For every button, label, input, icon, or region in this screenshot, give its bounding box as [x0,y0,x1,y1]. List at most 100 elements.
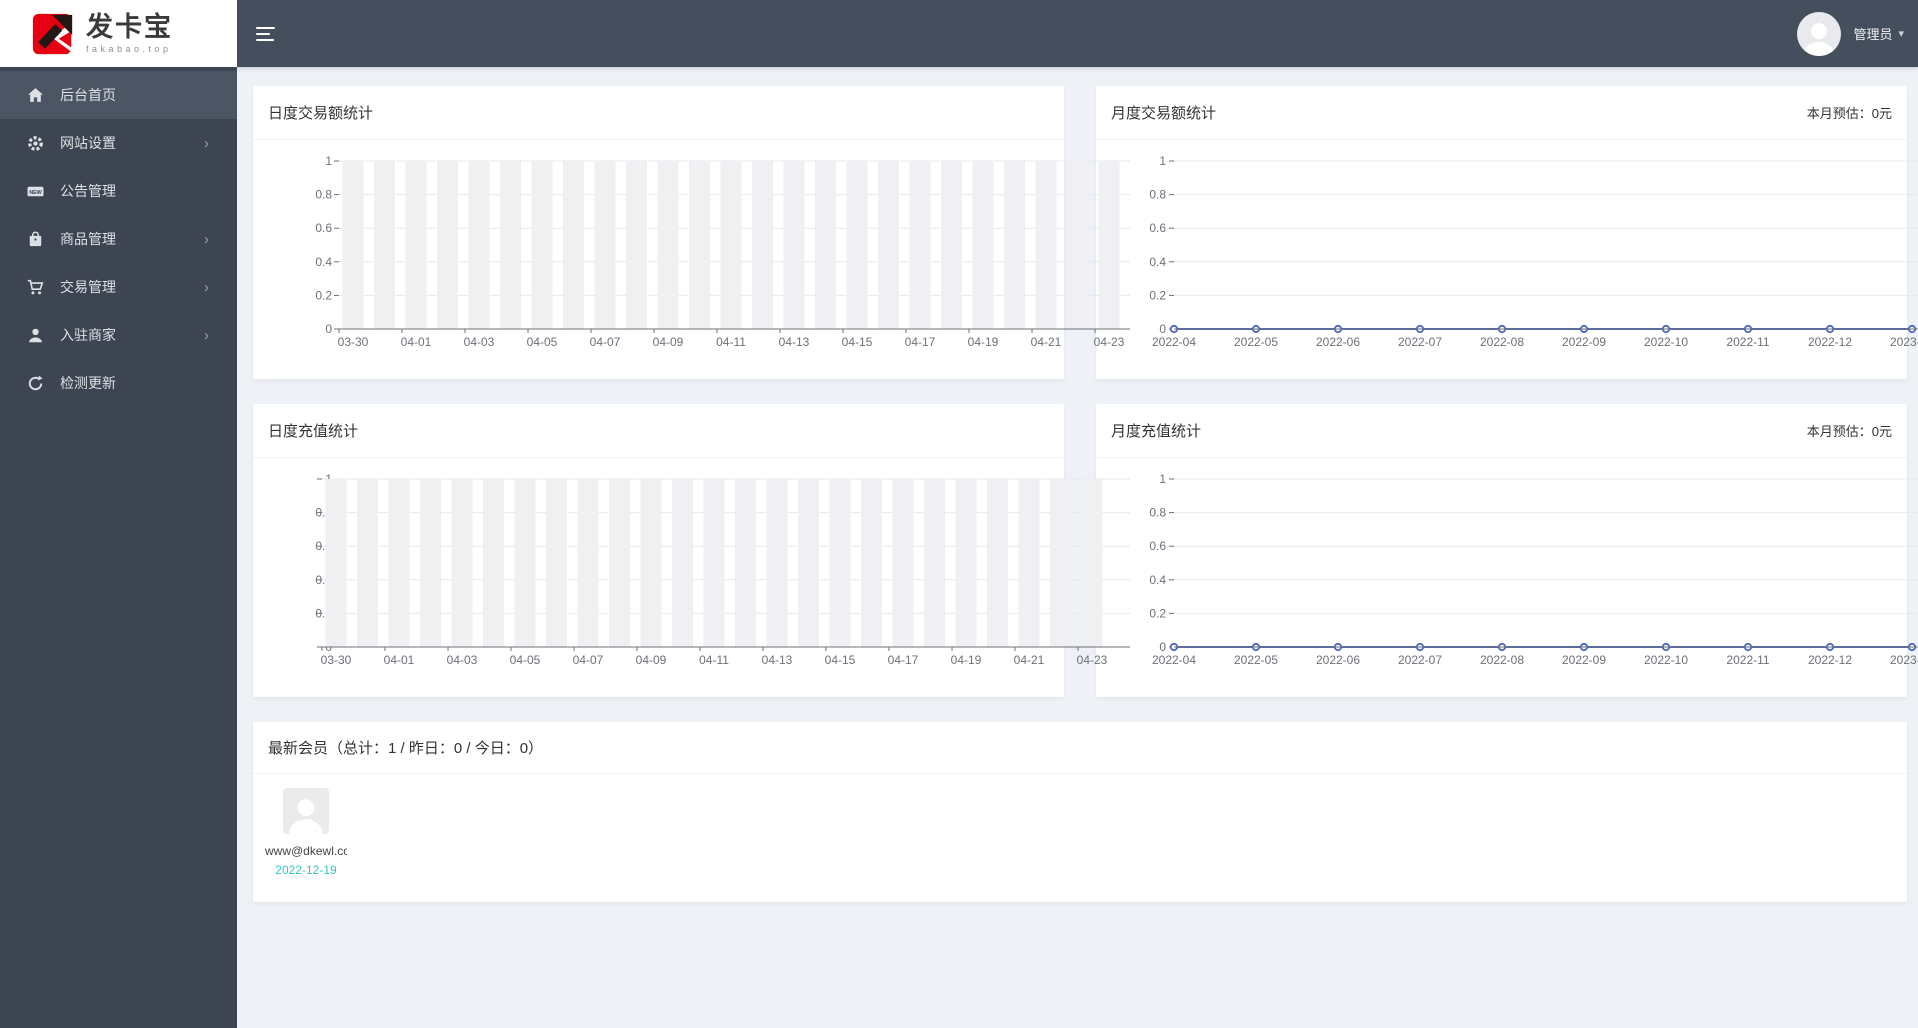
gear-icon [27,135,44,152]
person-icon [289,799,323,834]
user-menu[interactable]: 管理员 ▾ [1797,11,1904,56]
sidebar-item-label: 公告管理 [60,183,116,199]
sidebar-item-announcements[interactable]: NEW 公告管理 [0,167,237,215]
svg-text:04-23: 04-23 [1077,653,1108,667]
cart-icon [27,279,44,296]
svg-text:2022-08: 2022-08 [1480,653,1524,667]
hamburger-menu-icon[interactable] [256,23,276,45]
bag-icon [27,231,44,248]
svg-text:2022-08: 2022-08 [1480,335,1524,349]
top-header: 管理员 ▾ [237,0,1918,67]
brand-logo-icon [32,13,74,54]
chevron-down-icon: ▾ [1898,28,1904,40]
svg-text:0: 0 [325,322,332,336]
svg-text:04-19: 04-19 [951,653,982,667]
sidebar-item-label: 检测更新 [60,375,116,391]
sidebar-item-products[interactable]: 商品管理 › [0,215,237,263]
user-avatar [1797,11,1842,56]
svg-text:04-15: 04-15 [842,335,873,349]
svg-text:2022-10: 2022-10 [1644,653,1688,667]
svg-text:2022-04: 2022-04 [1152,653,1196,667]
person-icon [1803,22,1836,56]
svg-text:04-13: 04-13 [762,653,793,667]
svg-text:2022-06: 2022-06 [1316,335,1360,349]
svg-text:0: 0 [1159,322,1166,336]
svg-text:03-30: 03-30 [338,335,369,349]
svg-text:04-03: 04-03 [464,335,495,349]
svg-text:04-19: 04-19 [968,335,999,349]
member-avatar [283,788,329,834]
svg-text:0.8: 0.8 [1149,188,1166,202]
svg-text:0.6: 0.6 [315,221,332,235]
sidebar-item-transactions[interactable]: 交易管理 › [0,263,237,311]
daily-recharge-chart[interactable]: 10.80.60.40.2003-3004-0104-0304-0504-070… [300,458,1135,688]
svg-text:04-17: 04-17 [888,653,919,667]
svg-text:04-13: 04-13 [779,335,810,349]
svg-text:0.4: 0.4 [1149,255,1166,269]
svg-text:04-01: 04-01 [384,653,415,667]
svg-text:04-21: 04-21 [1014,653,1045,667]
svg-text:04-05: 04-05 [510,653,541,667]
panel-title: 最新会员（总计：1 / 昨日：0 / 今日：0） [268,740,544,757]
svg-text:04-07: 04-07 [590,335,621,349]
sidebar-nav: 后台首页 网站设置 › NEW 公告管理 商品管理 › 交易管理 › 入驻商家 › 检测更新 [0,71,237,407]
svg-text:2022-07: 2022-07 [1398,653,1442,667]
daily-transactions-chart[interactable]: 1 0.8 0.6 0.4 0.2 0 03-30 04-01 04-03 04-05 04-07 0… [300,140,1135,370]
monthly-transactions-chart[interactable]: 1 0.8 0.6 0.4 0.2 02022-04 2022-05 2022-06 2022-… [1120,140,1918,370]
sidebar: 发卡宝 fakabao.top 后台首页 网站设置 › NEW 公告管理 商品管理 › 交易管… [0,0,237,1028]
logo[interactable]: 发卡宝 fakabao.top [0,0,237,67]
svg-text:04-21: 04-21 [1031,335,1062,349]
svg-text:2022-04: 2022-04 [1152,335,1196,349]
monthly-estimate-badge: 本月预估：0元 [1806,106,1892,121]
panel-newest-members: 最新会员（总计：1 / 昨日：0 / 今日：0） www@dkewl.com 2… [253,722,1907,902]
svg-text:0.2: 0.2 [315,288,332,302]
chevron-right-icon: › [204,230,209,248]
svg-text:04-09: 04-09 [636,653,667,667]
svg-text:0.4: 0.4 [1149,573,1166,587]
svg-text:2023-01: 2023-01 [1890,335,1918,349]
svg-text:0.6: 0.6 [1149,221,1166,235]
sidebar-item-label: 网站设置 [60,135,116,151]
svg-text:2022-12: 2022-12 [1808,335,1852,349]
svg-text:2022-11: 2022-11 [1726,653,1769,667]
update-icon [27,375,44,392]
svg-text:04-11: 04-11 [699,653,729,667]
svg-text:0.8: 0.8 [315,188,332,202]
svg-text:0.2: 0.2 [1149,288,1166,302]
svg-text:1: 1 [325,154,332,168]
panel-title: 月度交易额统计 [1111,105,1217,122]
user-name: 管理员 [1853,27,1893,42]
sidebar-item-dashboard[interactable]: 后台首页 [0,71,237,119]
panel-title: 日度交易额统计 [268,105,374,122]
member-item: www@dkewl.com 2022-12-19 [263,788,349,877]
sidebar-item-check-update[interactable]: 检测更新 [0,359,237,407]
sidebar-item-merchants[interactable]: 入驻商家 › [0,311,237,359]
svg-text:04-11: 04-11 [716,335,746,349]
svg-text:04-01: 04-01 [401,335,432,349]
svg-text:2022-07: 2022-07 [1398,335,1442,349]
svg-text:04-17: 04-17 [905,335,936,349]
svg-text:2022-09: 2022-09 [1562,335,1606,349]
svg-text:03-30: 03-30 [321,653,352,667]
monthly-recharge-chart[interactable]: 1 0.8 0.6 0.4 0.2 02022-04 2022-05 2022-06 2022-… [1120,458,1918,688]
home-icon [27,87,44,104]
member-join-date: 2022-12-19 [275,863,337,877]
merchant-icon [27,327,44,344]
svg-text:NEW: NEW [29,190,41,196]
svg-text:0.8: 0.8 [1149,506,1166,520]
svg-text:0: 0 [1159,640,1166,654]
svg-text:04-05: 04-05 [527,335,558,349]
sidebar-item-site-settings[interactable]: 网站设置 › [0,119,237,167]
svg-text:0.4: 0.4 [315,255,332,269]
svg-text:0.2: 0.2 [1149,606,1166,620]
svg-text:2022-06: 2022-06 [1316,653,1360,667]
sidebar-item-label: 商品管理 [60,231,116,247]
svg-text:2022-05: 2022-05 [1234,335,1278,349]
svg-text:0.6: 0.6 [1149,539,1166,553]
svg-text:2022-10: 2022-10 [1644,335,1688,349]
svg-text:04-03: 04-03 [447,653,478,667]
svg-text:04-15: 04-15 [825,653,856,667]
member-email: www@dkewl.com [265,844,347,858]
svg-text:04-07: 04-07 [573,653,604,667]
svg-text:2022-11: 2022-11 [1726,335,1769,349]
